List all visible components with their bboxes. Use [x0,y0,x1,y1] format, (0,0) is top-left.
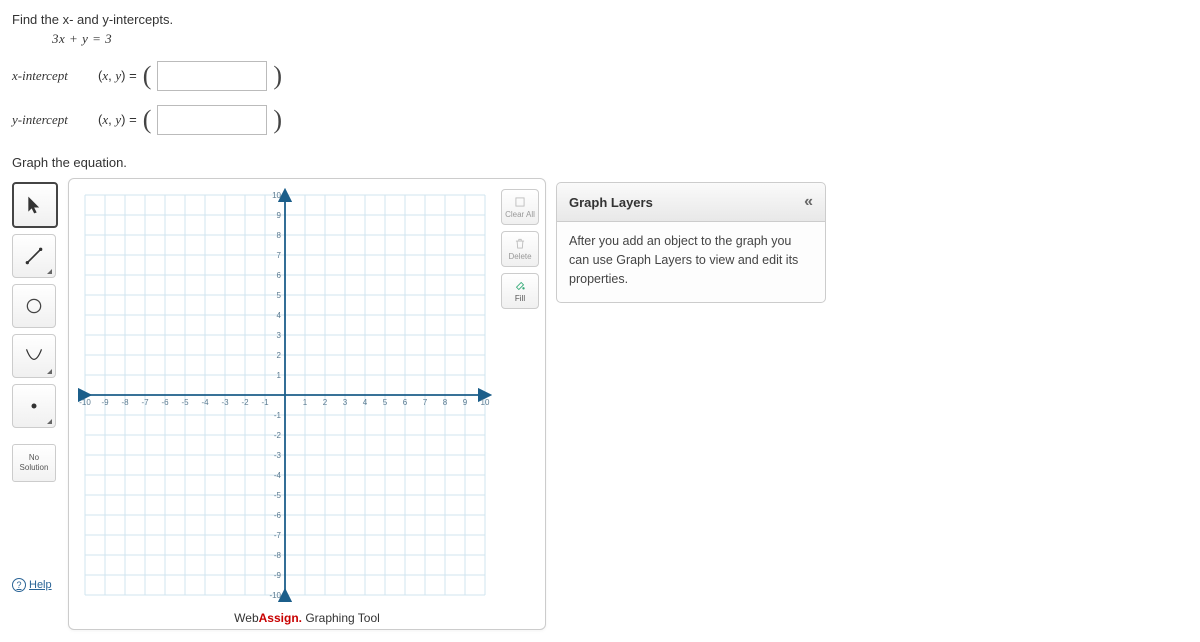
svg-text:-6: -6 [274,511,282,520]
circle-tool[interactable] [12,284,56,328]
svg-text:4: 4 [363,398,368,407]
help-label: Help [29,579,52,591]
clear-label: Clear All [505,210,535,219]
svg-text:5: 5 [277,291,282,300]
delete-button[interactable]: Delete [501,231,539,267]
trash-icon [513,237,527,251]
svg-text:-7: -7 [141,398,149,407]
svg-text:-1: -1 [261,398,269,407]
delete-label: Delete [508,252,531,261]
y-intercept-label: y-intercept [12,112,92,128]
fill-button[interactable]: Fill [501,273,539,309]
svg-text:3: 3 [277,331,282,340]
brand-label: WebAssign. Graphing Tool [234,605,380,627]
svg-text:7: 7 [277,251,282,260]
svg-text:1: 1 [303,398,308,407]
svg-text:9: 9 [463,398,468,407]
svg-text:-10: -10 [269,591,281,600]
svg-text:-5: -5 [274,491,282,500]
svg-text:5: 5 [383,398,388,407]
layers-body: After you add an object to the graph you… [556,222,826,303]
left-paren-icon: ( [143,61,152,91]
svg-text:10: 10 [481,398,490,407]
layers-title: Graph Layers [569,195,653,210]
svg-text:6: 6 [403,398,408,407]
svg-text:4: 4 [277,311,282,320]
x-intercept-label: x-intercept [12,68,92,84]
fill-label: Fill [515,294,525,303]
svg-text:-9: -9 [274,571,282,580]
svg-text:3: 3 [343,398,348,407]
collapse-button[interactable]: « [804,193,813,211]
svg-text:-7: -7 [274,531,282,540]
line-tool[interactable] [12,234,56,278]
svg-text:-4: -4 [274,471,282,480]
svg-text:8: 8 [277,231,282,240]
svg-text:-3: -3 [221,398,229,407]
svg-text:10: 10 [272,191,281,200]
svg-text:-9: -9 [101,398,109,407]
equation: 3x + y = 3 [52,31,112,46]
help-icon: ? [12,578,26,592]
svg-text:-1: -1 [274,411,282,420]
pointer-icon [25,195,45,215]
left-paren-icon: ( [143,105,152,135]
fill-icon [513,279,527,293]
svg-text:9: 9 [277,211,282,220]
svg-text:-2: -2 [274,431,282,440]
circle-icon [24,296,44,316]
point-tool[interactable] [12,384,56,428]
svg-text:-2: -2 [241,398,249,407]
clear-icon [513,195,527,209]
help-link[interactable]: ? Help [12,578,58,592]
svg-text:-5: -5 [181,398,189,407]
svg-text:7: 7 [423,398,428,407]
svg-text:2: 2 [323,398,328,407]
right-paren-icon: ) [273,105,282,135]
svg-text:2: 2 [277,351,282,360]
tool-column: No Solution ? Help [12,178,58,592]
clear-all-button[interactable]: Clear All [501,189,539,225]
svg-text:-4: -4 [201,398,209,407]
svg-text:6: 6 [277,271,282,280]
graph-heading: Graph the equation. [12,155,1200,170]
parabola-tool[interactable] [12,334,56,378]
svg-text:-3: -3 [274,451,282,460]
right-paren-icon: ) [273,61,282,91]
svg-text:1: 1 [277,371,282,380]
svg-text:-6: -6 [161,398,169,407]
point-icon [24,396,44,416]
line-icon [24,246,44,266]
y-intercept-input[interactable] [157,105,267,135]
pointer-tool[interactable] [12,182,58,228]
svg-text:-10: -10 [79,398,91,407]
xy-equals: (x, y) = [98,68,137,84]
svg-text:-8: -8 [121,398,129,407]
no-solution-button[interactable]: No Solution [12,444,56,482]
svg-text:-8: -8 [274,551,282,560]
x-intercept-input[interactable] [157,61,267,91]
graph-layers-panel: Graph Layers « After you add an object t… [556,182,826,303]
xy-equals: (x, y) = [98,112,137,128]
coordinate-grid[interactable]: -10 -9 -8 -7 -6 -5 -4 -3 -2 -1 1 2 3 4 5 6 7 8 9 10 -10 -9 -8 -… [75,185,495,605]
parabola-icon [24,346,44,366]
question-prompt: Find the x- and y-intercepts. [12,12,173,27]
svg-text:8: 8 [443,398,448,407]
